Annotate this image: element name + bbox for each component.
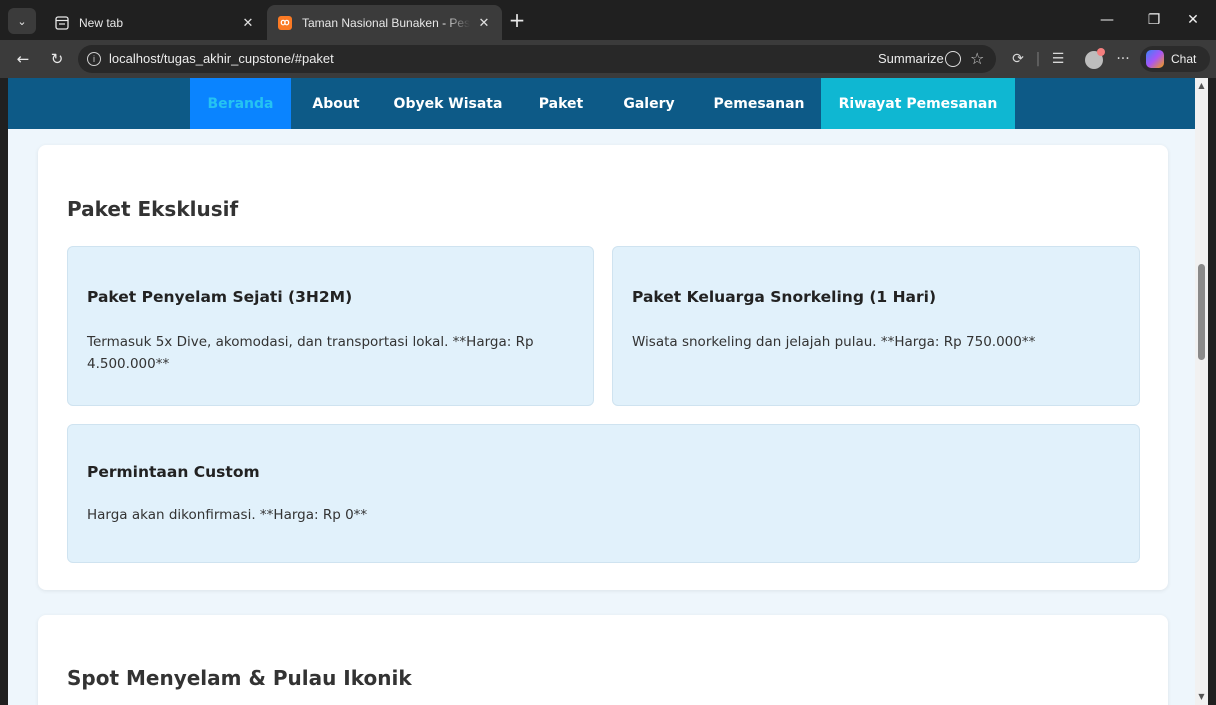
close-icon[interactable]: ✕ [476, 15, 492, 31]
chevron-down-icon: ⌄ [17, 14, 27, 28]
more-icon[interactable]: ··· [1113, 50, 1133, 68]
tab-title: Taman Nasional Bunaken - Pesona [302, 15, 470, 30]
summarize-button[interactable]: Summarize [878, 51, 944, 66]
close-icon: ✕ [1187, 12, 1199, 28]
nav-riwayat-pemesanan[interactable]: Riwayat Pemesanan [821, 78, 1015, 129]
newtab-icon [54, 15, 70, 31]
card-title: Paket Keluarga Snorkeling (1 Hari) [632, 288, 937, 306]
xampp-icon: ꝏ [277, 15, 293, 31]
new-tab-button[interactable]: + [506, 10, 528, 32]
page-viewport: Beranda About Obyek Wisata Paket Galery … [8, 78, 1195, 705]
notification-dot [1097, 48, 1105, 56]
chat-label: Chat [1171, 52, 1197, 66]
nav-pemesanan[interactable]: Pemesanan [700, 78, 818, 129]
scrollbar-thumb[interactable] [1198, 264, 1205, 360]
favorites-icon[interactable]: ☰ [1048, 50, 1068, 68]
arrow-left-icon: ← [16, 50, 30, 68]
url-text[interactable]: localhost/tugas_akhir_cupstone/#paket [109, 51, 334, 66]
close-icon[interactable]: ✕ [240, 15, 256, 31]
address-bar[interactable]: i localhost/tugas_akhir_cupstone/#paket … [78, 45, 996, 73]
card-description: Wisata snorkeling dan jelajah pulau. **H… [632, 334, 1036, 350]
nav-obyek-wisata[interactable]: Obyek Wisata [382, 78, 514, 129]
package-card-custom: Permintaan Custom Harga akan dikonfirmas… [67, 424, 1140, 563]
package-card-penyelam: Paket Penyelam Sejati (3H2M) Termasuk 5x… [67, 246, 594, 406]
extensions-icon[interactable]: ⟳ [1008, 50, 1028, 68]
restore-button[interactable]: ❐ [1141, 8, 1167, 32]
close-window-button[interactable]: ✕ [1180, 8, 1206, 32]
star-icon[interactable]: ☆ [970, 49, 984, 68]
back-button[interactable]: ← [12, 49, 34, 69]
restore-icon: ❐ [1147, 12, 1161, 28]
minimize-button[interactable]: — [1094, 8, 1120, 32]
paket-section: Paket Eksklusif Paket Penyelam Sejati (3… [38, 145, 1168, 590]
xampp-logo: ꝏ [278, 15, 292, 30]
info-icon[interactable]: i [87, 52, 101, 66]
refresh-icon: ↻ [50, 50, 64, 68]
tab-strip: ⌄ New tab ✕ ꝏ Taman Nasional Bunaken - P… [0, 0, 1216, 40]
summarize-icon[interactable] [945, 51, 961, 67]
copilot-icon [1146, 50, 1164, 68]
minimize-icon: — [1100, 12, 1114, 28]
address-toolbar: ← ↻ i localhost/tugas_akhir_cupstone/#pa… [0, 40, 1216, 78]
tab-new-tab[interactable]: New tab ✕ [44, 5, 266, 40]
package-card-snorkeling: Paket Keluarga Snorkeling (1 Hari) Wisat… [612, 246, 1140, 406]
tab-title: New tab [79, 15, 124, 30]
card-description: Harga akan dikonfirmasi. **Harga: Rp 0** [87, 507, 368, 523]
nav-galery[interactable]: Galery [608, 78, 690, 129]
tab-bunaken[interactable]: ꝏ Taman Nasional Bunaken - Pesona ✕ [267, 5, 502, 40]
tab-actions-menu-button[interactable]: ⌄ [8, 8, 36, 34]
card-title: Permintaan Custom [87, 463, 260, 481]
window-edge [1208, 78, 1216, 705]
scroll-down-icon[interactable]: ▼ [1197, 692, 1206, 701]
spot-section: Spot Menyelam & Pulau Ikonik [38, 615, 1168, 705]
scroll-up-icon[interactable]: ▲ [1197, 81, 1206, 90]
section-title: Paket Eksklusif [67, 197, 239, 221]
nav-about[interactable]: About [302, 78, 370, 129]
page-scrollbar[interactable]: ▲ ▼ [1195, 78, 1208, 705]
divider: | [1035, 51, 1041, 67]
nav-paket[interactable]: Paket [526, 78, 596, 129]
nav-beranda[interactable]: Beranda [190, 78, 291, 129]
refresh-button[interactable]: ↻ [46, 49, 68, 69]
main-navbar: Beranda About Obyek Wisata Paket Galery … [8, 78, 1195, 129]
plus-icon: + [508, 8, 526, 32]
card-description: Termasuk 5x Dive, akomodasi, dan transpo… [87, 334, 534, 372]
card-title: Paket Penyelam Sejati (3H2M) [87, 288, 353, 306]
section-title: Spot Menyelam & Pulau Ikonik [67, 666, 412, 690]
copilot-chat-button[interactable]: Chat [1140, 46, 1210, 72]
